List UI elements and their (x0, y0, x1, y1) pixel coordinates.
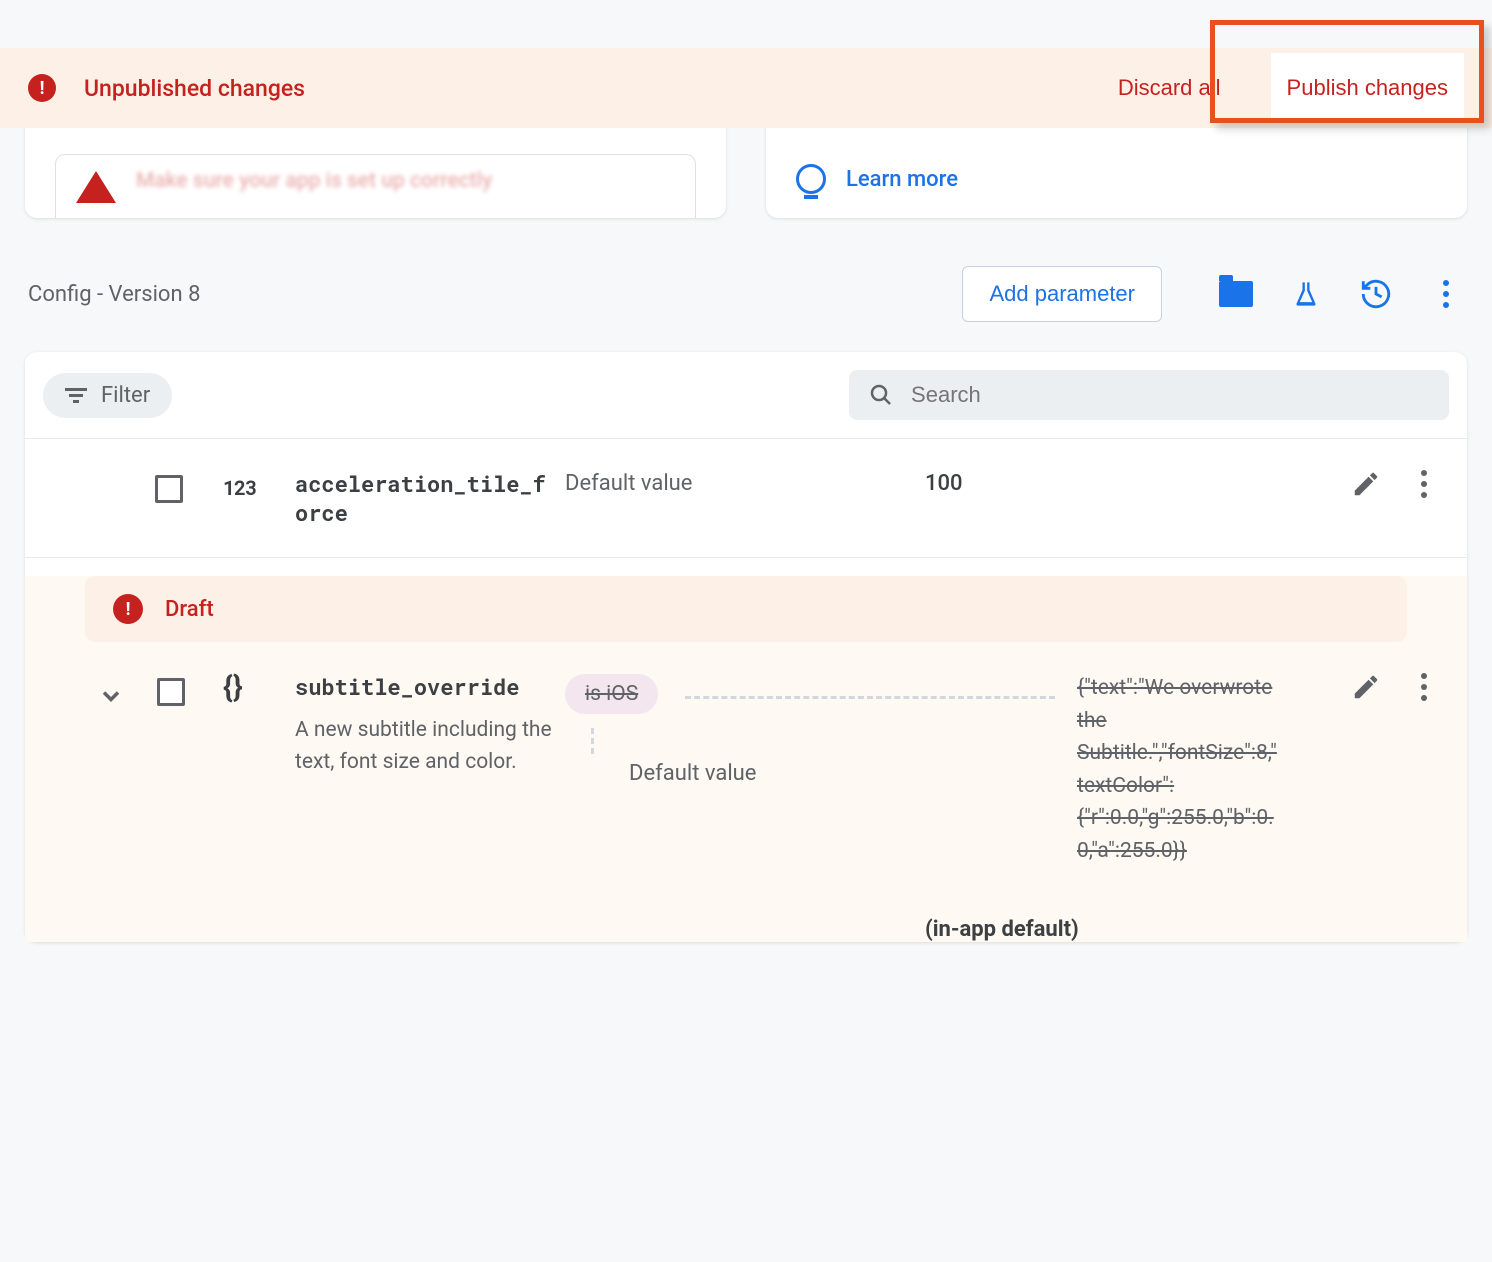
search-input[interactable] (911, 382, 1429, 408)
folder-icon[interactable] (1218, 276, 1254, 312)
dashed-connector (685, 696, 1055, 699)
condition-chip: is iOS (565, 674, 658, 714)
publish-changes-button[interactable]: Publish changes (1287, 75, 1448, 101)
lightbulb-icon (796, 164, 826, 194)
parameter-value: 100 (925, 469, 1125, 496)
warning-triangle-icon (76, 171, 116, 203)
edit-icon[interactable] (1351, 469, 1381, 499)
config-version-title: Config - Version 8 (28, 282, 942, 307)
draft-alert-icon: ! (113, 594, 143, 624)
banner-title: Unpublished changes (84, 75, 1108, 102)
parameter-row: 123 acceleration_tile_force Default valu… (25, 439, 1467, 558)
unpublished-banner: ! Unpublished changes Discard all Publis… (0, 48, 1492, 128)
expand-chevron-icon[interactable] (97, 682, 125, 714)
row-checkbox[interactable] (155, 475, 183, 503)
row-checkbox[interactable] (157, 678, 185, 706)
draft-block: ! Draft {} subtitle_override A new subti… (25, 576, 1467, 942)
add-parameter-button[interactable]: Add parameter (962, 266, 1162, 322)
search-box[interactable] (849, 370, 1449, 420)
parameter-row: {} subtitle_override A new subtitle incl… (25, 654, 1467, 897)
filter-icon (65, 388, 87, 403)
default-value-label: Default value (565, 469, 795, 496)
filter-button[interactable]: Filter (43, 373, 172, 418)
draft-badge: ! Draft (85, 576, 1407, 642)
config-panel: Filter 123 acceleration_tile_force Defau… (25, 352, 1467, 942)
in-app-default-value: (in-app default) (925, 917, 1079, 942)
dashed-connector (591, 728, 594, 754)
number-type-icon: 123 (223, 475, 256, 501)
alert-icon: ! (28, 74, 56, 102)
parameter-description: A new subtitle including the text, font … (295, 715, 555, 778)
parameter-name: subtitle_override (295, 672, 555, 701)
parameter-name: acceleration_tile_force (295, 469, 555, 527)
default-value-label: Default value (629, 761, 756, 786)
discard-all-button[interactable]: Discard all (1108, 67, 1231, 109)
more-menu-icon[interactable] (1428, 276, 1464, 312)
experiment-flask-icon[interactable] (1288, 276, 1324, 312)
filter-label: Filter (101, 383, 150, 408)
row-more-icon[interactable] (1421, 673, 1427, 701)
history-icon[interactable] (1358, 276, 1394, 312)
search-icon (869, 382, 893, 408)
draft-label: Draft (165, 597, 214, 622)
json-type-icon: {} (223, 670, 243, 705)
struck-json-value: {"text":"We overwrote the Subtitle.","fo… (1077, 672, 1277, 867)
row-more-icon[interactable] (1421, 470, 1427, 498)
learn-more-link[interactable]: Learn more (846, 167, 958, 192)
edit-icon[interactable] (1351, 672, 1381, 702)
setup-warning-text: Make sure your app is set up correctly (136, 169, 492, 193)
